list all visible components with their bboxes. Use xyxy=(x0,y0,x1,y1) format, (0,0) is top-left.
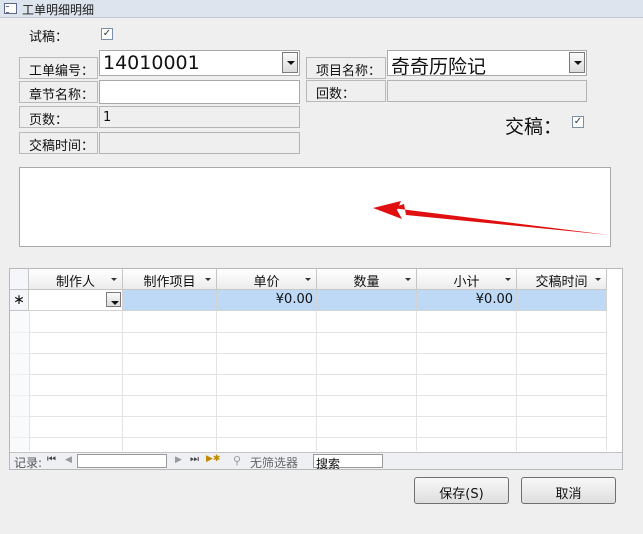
sort-dropdown-icon[interactable] xyxy=(405,278,411,281)
sort-dropdown-icon[interactable] xyxy=(205,278,211,281)
save-button[interactable]: 保存(S) xyxy=(414,477,509,504)
prev-record-icon[interactable]: ◀ xyxy=(65,455,72,465)
order-no-value: 14010001 xyxy=(103,52,200,74)
new-row-quantity[interactable] xyxy=(317,290,417,311)
col-header-item[interactable]: 制作项目 xyxy=(123,269,217,290)
no-filter-label[interactable]: 无筛选器 xyxy=(250,454,298,469)
col-header-submit-time[interactable]: 交稿时间 xyxy=(517,269,607,290)
col-header-unit-price[interactable]: 单价 xyxy=(217,269,317,290)
new-row-subtotal[interactable]: ¥0.00 xyxy=(417,290,517,311)
new-row-unit-price[interactable]: ¥0.00 xyxy=(217,290,317,311)
record-label: 记录: xyxy=(14,456,43,470)
submitted-label: 交稿： xyxy=(505,116,563,138)
sort-dropdown-icon[interactable] xyxy=(505,278,511,281)
new-record-marker[interactable]: ∗ xyxy=(10,290,29,311)
select-all-cell[interactable] xyxy=(10,269,29,290)
project-combo[interactable]: 奇奇历险记 xyxy=(387,50,587,78)
window-titlebar: 工单明细明细 xyxy=(0,0,643,18)
order-no-combo[interactable]: 14010001 xyxy=(99,50,300,76)
last-record-icon[interactable]: ⏭ xyxy=(190,454,199,465)
window-title: 工单明细明细 xyxy=(22,3,95,17)
pages-label: 页数： xyxy=(19,106,98,128)
trial-checkbox[interactable]: ✓ xyxy=(101,28,113,40)
filter-icon: ⚲ xyxy=(233,454,242,467)
sort-dropdown-icon[interactable] xyxy=(111,278,117,281)
first-record-icon[interactable]: ⏮ xyxy=(47,454,56,465)
col-header-quantity[interactable]: 数量 xyxy=(317,269,417,290)
sort-dropdown-icon[interactable] xyxy=(305,278,311,281)
project-value: 奇奇历险记 xyxy=(391,56,487,78)
form-icon xyxy=(4,3,17,14)
detail-datasheet[interactable]: 制作人 制作项目 单价 数量 小计 交稿时间 ∗ ¥0.00 ¥0.00 记录:… xyxy=(9,268,623,470)
trial-label: 试稿： xyxy=(29,30,69,45)
submitted-checkbox[interactable]: ✓ xyxy=(572,116,584,128)
order-no-dropdown-icon[interactable] xyxy=(282,52,298,73)
new-row-item[interactable] xyxy=(123,290,217,311)
search-input[interactable]: 搜索 xyxy=(313,454,383,469)
notes-memo-field[interactable] xyxy=(19,167,611,247)
col-header-subtotal[interactable]: 小计 xyxy=(417,269,517,290)
submit-time-label: 交稿时间： xyxy=(19,132,98,154)
datasheet-empty-area xyxy=(10,311,607,451)
chapter-label: 章节名称： xyxy=(19,81,98,103)
project-dropdown-icon[interactable] xyxy=(569,52,585,73)
chapter-field[interactable] xyxy=(99,80,300,104)
maker-dropdown-icon[interactable] xyxy=(106,292,121,307)
pages-value: 1 xyxy=(103,110,112,125)
next-record-icon[interactable]: ▶ xyxy=(175,455,182,465)
pages-field: 1 xyxy=(99,106,300,128)
new-record-icon[interactable]: ▶✱ xyxy=(206,454,220,464)
cancel-button[interactable]: 取消 xyxy=(521,477,616,504)
red-arrow-annotation xyxy=(373,201,609,235)
new-row-maker-combo[interactable] xyxy=(29,290,123,311)
record-number-input[interactable] xyxy=(77,454,167,468)
record-navigation-bar: 记录: ⏮ ◀ ▶ ⏭ ▶✱ ⚲ 无筛选器 搜索 xyxy=(10,452,622,469)
episode-label: 回数： xyxy=(306,80,386,102)
col-header-maker[interactable]: 制作人 xyxy=(29,269,123,290)
submit-time-field xyxy=(99,132,300,154)
sort-dropdown-icon[interactable] xyxy=(595,278,601,281)
order-no-label: 工单编号： xyxy=(19,57,98,79)
project-label: 项目名称： xyxy=(306,57,386,79)
episode-field xyxy=(387,80,587,102)
new-row-submit-time[interactable] xyxy=(517,290,607,311)
